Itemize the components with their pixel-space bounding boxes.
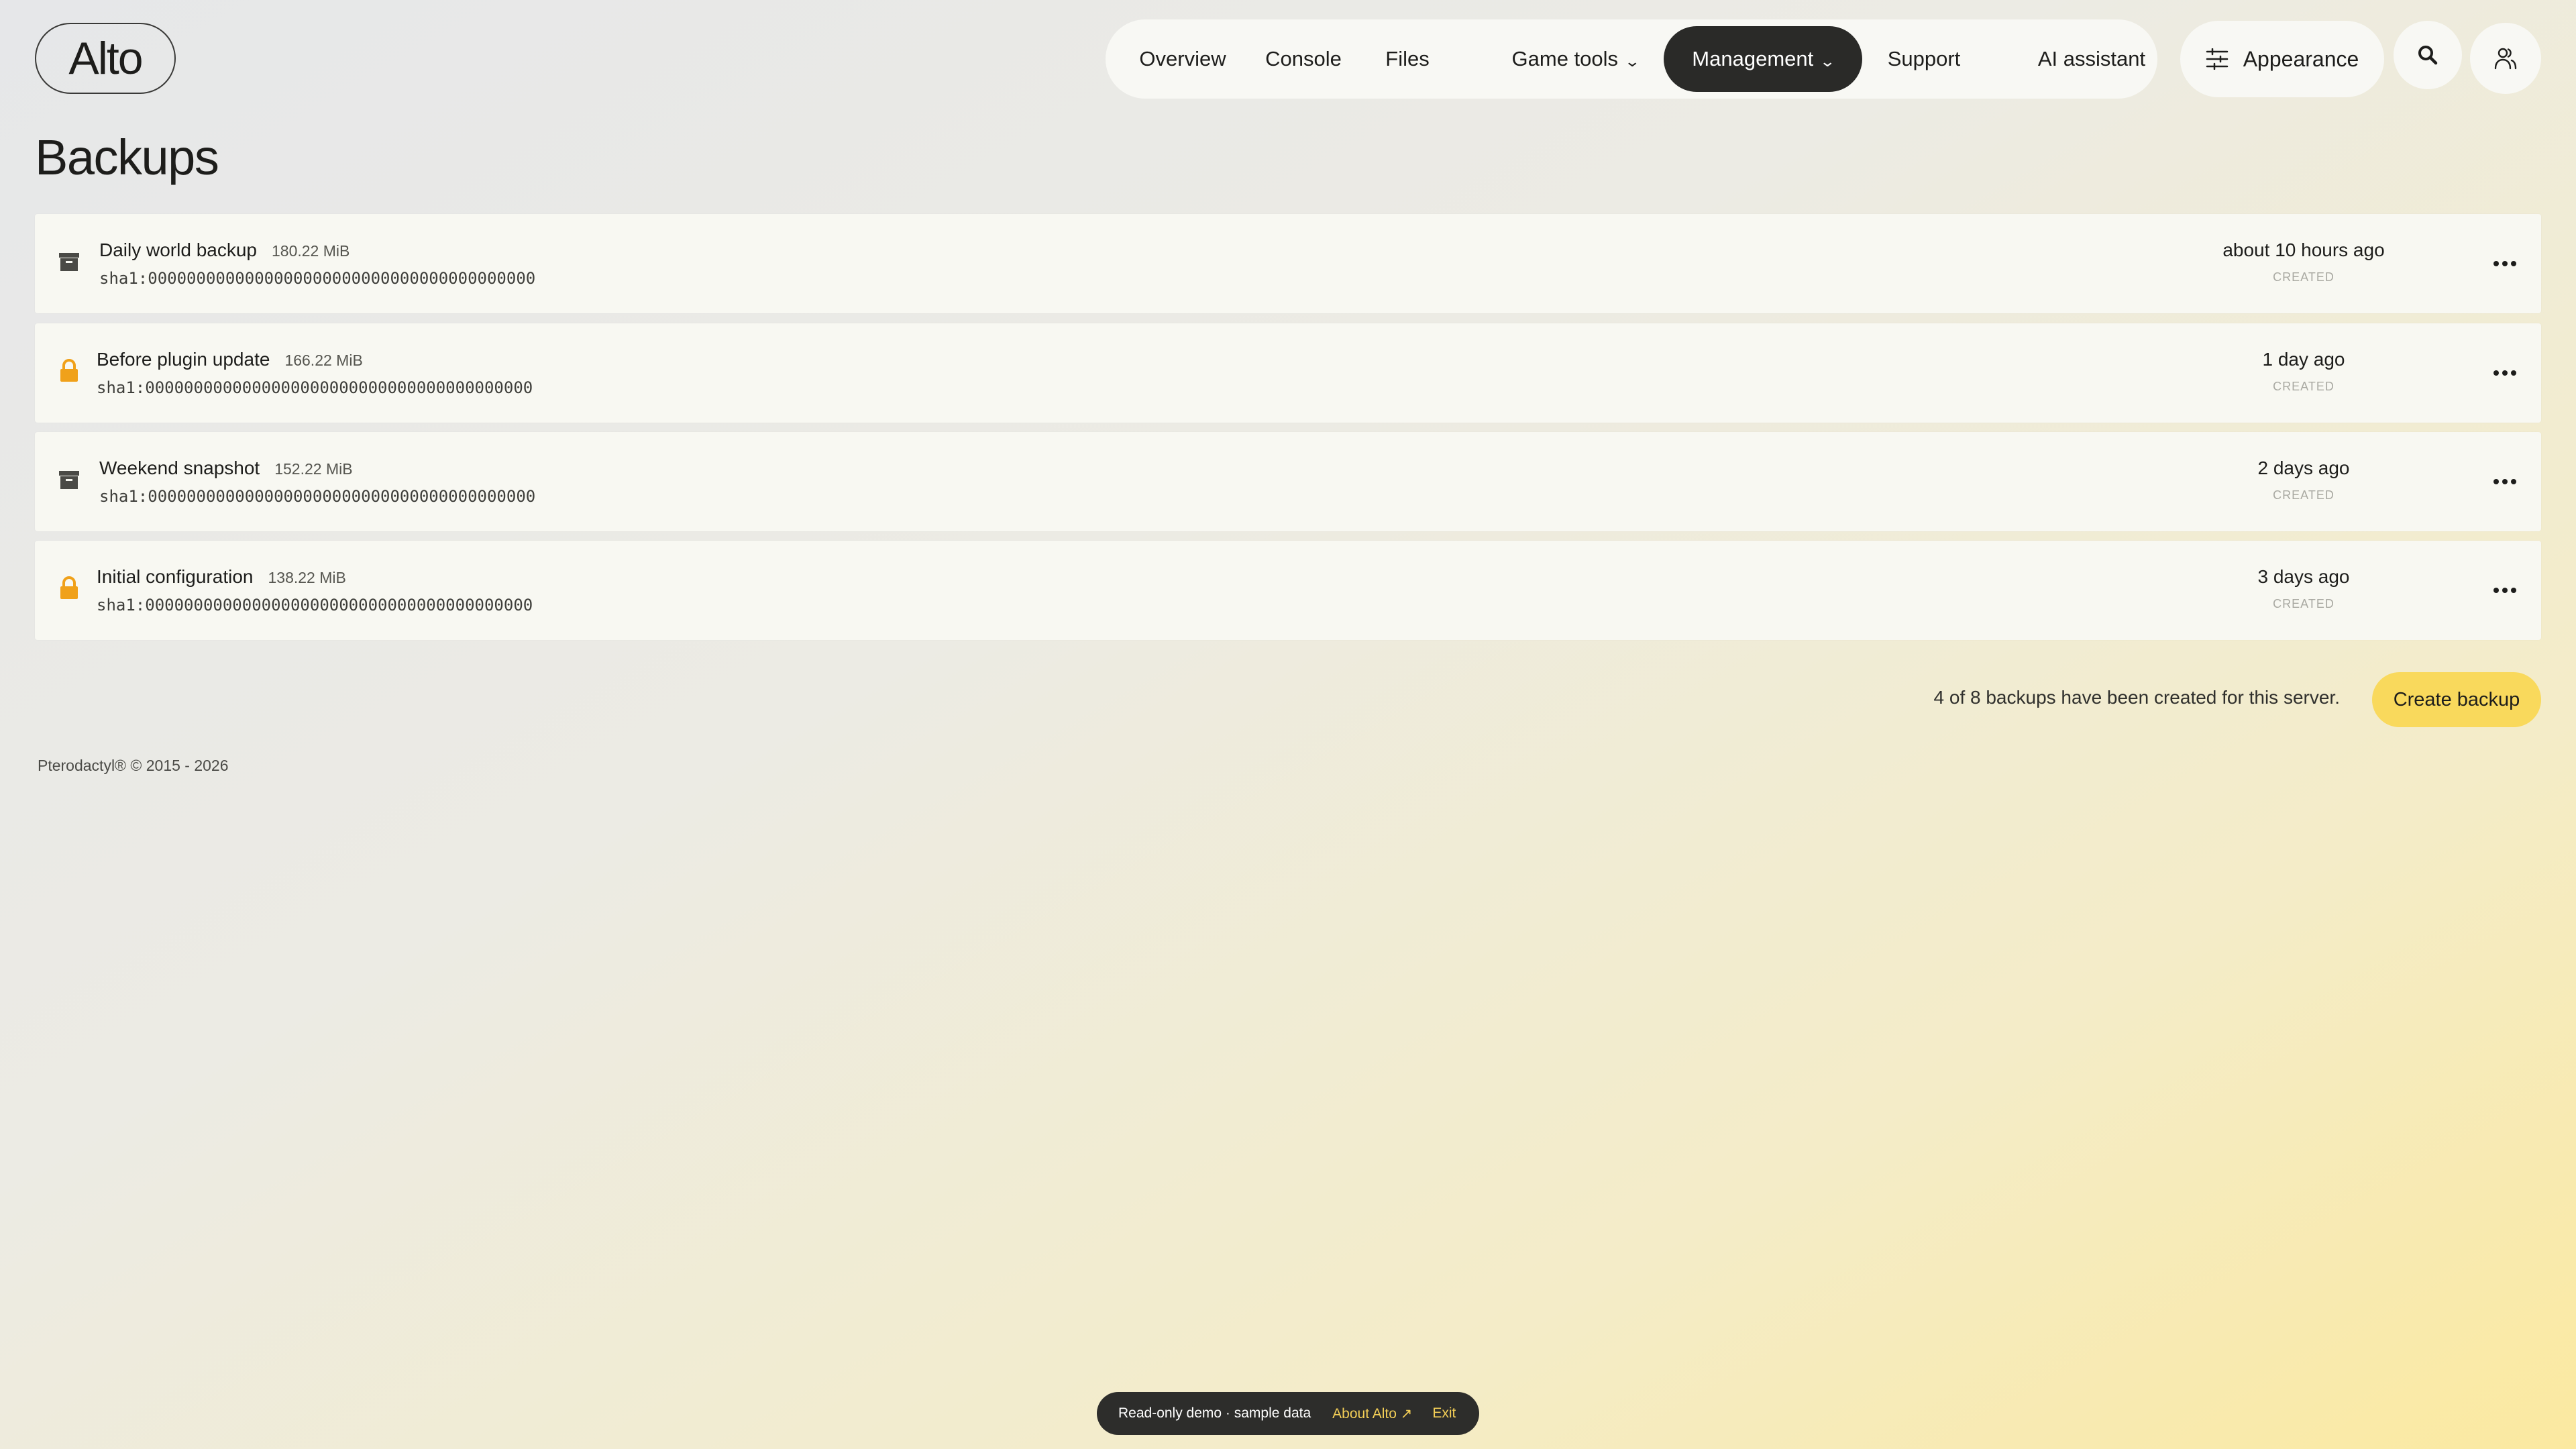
archive-icon: [59, 253, 79, 271]
backup-name-line: Weekend snapshot 152.22 MiB: [99, 458, 353, 479]
nav-support[interactable]: Support: [1877, 26, 1971, 92]
backup-row[interactable]: Initial configuration 138.22 MiB sha1:000…: [35, 541, 2541, 640]
backup-size: 180.22 MiB: [272, 242, 350, 260]
appearance-label: Appearance: [2243, 46, 2359, 71]
dot-icon: [2511, 261, 2516, 266]
dot-icon: [2502, 261, 2508, 266]
nav-label: Management: [1692, 47, 1814, 70]
search-button[interactable]: [2394, 21, 2462, 89]
backup-created-time: about 10 hours ago: [2222, 239, 2385, 260]
appearance-button[interactable]: Appearance: [2180, 21, 2384, 97]
archive-icon: [59, 471, 79, 489]
more-options-button[interactable]: [2491, 252, 2518, 276]
dot-icon: [2511, 370, 2516, 376]
backup-size: 138.22 MiB: [268, 569, 346, 586]
account-button[interactable]: [2470, 23, 2541, 94]
nav-label: Files: [1385, 47, 1430, 70]
backup-created-label: CREATED: [2273, 597, 2334, 610]
about-link[interactable]: About Alto ↗: [1332, 1405, 1412, 1422]
nav-overview[interactable]: Overview: [1126, 26, 1240, 92]
dot-icon: [2511, 479, 2516, 484]
nav-label: Console: [1265, 47, 1342, 70]
backup-name: Weekend snapshot: [99, 458, 260, 478]
dot-icon: [2493, 261, 2499, 266]
nav-label: Support: [1887, 47, 1961, 70]
exit-link[interactable]: Exit: [1432, 1405, 1456, 1421]
users-icon: [2494, 48, 2517, 70]
nav-game-tools[interactable]: Game tools ⌄: [1501, 26, 1649, 92]
more-options-button[interactable]: [2491, 361, 2518, 385]
lock-icon: [60, 359, 78, 382]
chevron-down-icon: ⌄: [1819, 53, 1836, 70]
backup-name: Before plugin update: [97, 349, 270, 370]
nav-label: Game tools: [1511, 47, 1619, 70]
footer-copyright: Pterodactyl® © 2015 - 2026: [38, 757, 229, 774]
backup-name: Initial configuration: [97, 566, 254, 587]
backup-created-time: 3 days ago: [2257, 566, 2350, 587]
nav-console[interactable]: Console: [1250, 26, 1357, 92]
chevron-down-icon: ⌄: [1624, 53, 1641, 70]
backup-name-line: Initial configuration 138.22 MiB: [97, 566, 346, 588]
brand-logo[interactable]: Alto: [35, 23, 176, 94]
nav-files[interactable]: Files: [1367, 26, 1448, 92]
backup-row[interactable]: Weekend snapshot 152.22 MiB sha1:00000000…: [35, 432, 2541, 531]
backup-hash: sha1:00000000000000000000000000000000000…: [99, 269, 536, 288]
create-backup-button[interactable]: Create backup: [2372, 672, 2541, 727]
backup-hash: sha1:00000000000000000000000000000000000…: [99, 487, 536, 506]
dot-icon: [2493, 588, 2499, 593]
backup-hash: sha1:00000000000000000000000000000000000…: [97, 378, 533, 397]
backup-created-time: 1 day ago: [2262, 349, 2345, 370]
dot-icon: [2493, 479, 2499, 484]
nav-label: Overview: [1139, 47, 1226, 70]
page-title: Backups: [35, 129, 219, 185]
backup-created-time: 2 days ago: [2257, 458, 2350, 478]
dot-icon: [2493, 370, 2499, 376]
backup-row[interactable]: Daily world backup 180.22 MiB sha1:000000…: [35, 214, 2541, 313]
backup-size: 152.22 MiB: [274, 460, 353, 478]
backup-created-label: CREATED: [2273, 488, 2334, 502]
backup-count-text: 4 of 8 backups have been created for thi…: [1933, 687, 2340, 708]
demo-banner: Read-only demo · sample data About Alto …: [1097, 1392, 1479, 1435]
dot-icon: [2502, 370, 2508, 376]
backup-hash: sha1:00000000000000000000000000000000000…: [97, 596, 533, 614]
search-icon: [2418, 46, 2438, 65]
backup-row[interactable]: Before plugin update 166.22 MiB sha1:0000…: [35, 323, 2541, 423]
backup-size: 166.22 MiB: [284, 352, 363, 369]
lock-icon: [60, 576, 78, 599]
dot-icon: [2511, 588, 2516, 593]
sliders-icon: [2206, 48, 2228, 70]
backup-name-line: Daily world backup 180.22 MiB: [99, 239, 350, 261]
nav-management[interactable]: Management ⌄: [1664, 26, 1862, 92]
nav-label: AI assistant: [2037, 47, 2146, 70]
more-options-button[interactable]: [2491, 470, 2518, 494]
more-options-button[interactable]: [2491, 578, 2518, 602]
dot-icon: [2502, 588, 2508, 593]
demo-banner-text: Read-only demo · sample data: [1118, 1405, 1311, 1421]
dot-icon: [2502, 479, 2508, 484]
backup-created-label: CREATED: [2273, 270, 2334, 284]
backup-name: Daily world backup: [99, 239, 257, 260]
main-nav: Overview Console Files Game tools ⌄ Manag…: [1106, 19, 2157, 99]
backup-created-label: CREATED: [2273, 380, 2334, 393]
backup-name-line: Before plugin update 166.22 MiB: [97, 349, 363, 370]
nav-ai-assistant[interactable]: AI assistant: [2011, 26, 2172, 92]
